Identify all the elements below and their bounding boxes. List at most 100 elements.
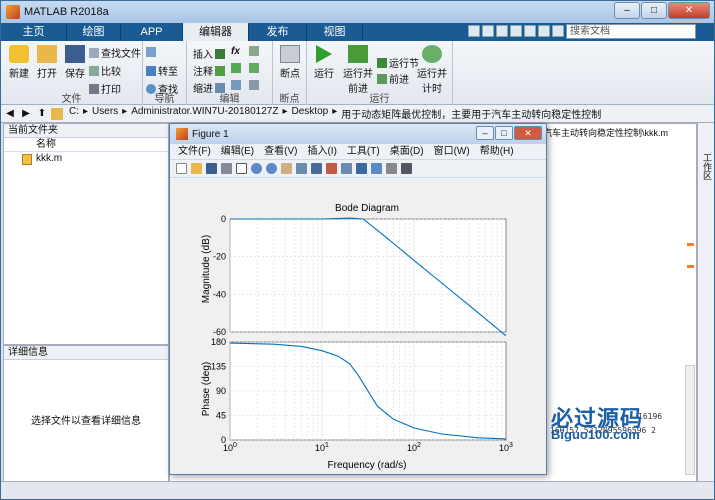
indent-icon bbox=[215, 82, 225, 93]
menu-edit[interactable]: 编辑(E) bbox=[221, 144, 254, 159]
workspace-label[interactable]: 工作区 bbox=[701, 153, 714, 180]
new-figure-icon[interactable] bbox=[176, 163, 187, 174]
tab-home[interactable]: 主页 bbox=[1, 23, 67, 41]
comment-icon bbox=[215, 65, 225, 76]
magnitude-axis-label: Magnitude (dB) bbox=[201, 235, 212, 303]
close-button[interactable]: ✕ bbox=[668, 2, 710, 19]
menu-desktop[interactable]: 桌面(D) bbox=[390, 144, 424, 159]
data-cursor-icon[interactable] bbox=[311, 163, 322, 174]
run-advance-button[interactable]: 运行并 前进 bbox=[343, 45, 373, 95]
up-folder-icon[interactable]: ⬆ bbox=[35, 108, 49, 120]
tab-publish[interactable]: 发布 bbox=[249, 23, 307, 41]
find-files-icon bbox=[89, 47, 99, 58]
zoom-out-icon[interactable] bbox=[266, 163, 277, 174]
run-section-button[interactable]: 运行节 bbox=[377, 55, 419, 70]
fx-button[interactable]: fx bbox=[231, 46, 240, 57]
colorbar-icon[interactable] bbox=[356, 163, 367, 174]
brush-icon[interactable] bbox=[326, 163, 337, 174]
menu-insert[interactable]: 插入(I) bbox=[307, 144, 336, 159]
zoom-in-icon[interactable] bbox=[251, 163, 262, 174]
uncomment-icon[interactable] bbox=[249, 63, 259, 73]
file-group: 新建 打开 保存 查找文件 比较 打印 文件 bbox=[1, 41, 143, 105]
indent-button[interactable]: 缩进 bbox=[193, 80, 225, 95]
menu-view[interactable]: 查看(V) bbox=[264, 144, 297, 159]
watermark-en: Biguo100.com bbox=[551, 427, 640, 442]
back-icon[interactable]: ◀ bbox=[3, 108, 17, 120]
warning-marker[interactable] bbox=[687, 243, 694, 246]
format-icon[interactable] bbox=[249, 46, 259, 56]
x-axis-label: Frequency (rad/s) bbox=[328, 460, 407, 471]
dock-icon[interactable] bbox=[401, 163, 412, 174]
new-button[interactable]: 新建 bbox=[6, 45, 32, 80]
find-icon bbox=[146, 83, 156, 94]
pan-icon[interactable] bbox=[281, 163, 292, 174]
print-figure-icon[interactable] bbox=[221, 163, 232, 174]
run-section-icon bbox=[377, 57, 387, 68]
run-group-label: 运行 bbox=[369, 94, 390, 105]
advance-button[interactable]: 前进 bbox=[377, 71, 409, 86]
legend-icon[interactable] bbox=[371, 163, 382, 174]
open-file-icon[interactable] bbox=[191, 163, 202, 174]
save-quick-icon[interactable] bbox=[468, 25, 480, 37]
pointer-icon[interactable] bbox=[236, 163, 247, 174]
y-tick-label: -20 bbox=[213, 252, 226, 262]
advance-icon bbox=[377, 73, 387, 84]
path-breadcrumb[interactable]: C: ▸ Users ▸ Administrator.WIN7U-20180127Z… bbox=[69, 106, 601, 121]
figure-maximize-button[interactable]: □ bbox=[495, 126, 513, 140]
decrease-indent-icon[interactable] bbox=[249, 80, 259, 90]
menu-file[interactable]: 文件(F) bbox=[178, 144, 211, 159]
tab-plots[interactable]: 绘图 bbox=[67, 23, 121, 41]
tab-editor[interactable]: 编辑器 bbox=[183, 23, 249, 41]
figure-title: Figure 1 bbox=[192, 128, 229, 140]
name-column-header[interactable]: 名称 bbox=[4, 138, 168, 152]
minimize-button[interactable]: – bbox=[614, 2, 640, 19]
app-title: MATLAB R2018a bbox=[24, 6, 109, 18]
link-plot-icon[interactable] bbox=[341, 163, 352, 174]
cut-quick-icon[interactable] bbox=[482, 25, 494, 37]
percent-icon[interactable] bbox=[231, 63, 241, 73]
copy-quick-icon[interactable] bbox=[496, 25, 508, 37]
rotate-icon[interactable] bbox=[296, 163, 307, 174]
menu-window[interactable]: 窗口(W) bbox=[434, 144, 470, 159]
x-tick-label: 103 bbox=[499, 442, 513, 453]
tab-view[interactable]: 视图 bbox=[307, 23, 363, 41]
figure-close-button[interactable]: ✕ bbox=[514, 126, 542, 140]
address-bar: ◀ ▶ ⬆ C: ▸ Users ▸ Administrator.WIN7U-201… bbox=[1, 105, 714, 123]
editor-ribbon: 新建 打开 保存 查找文件 比较 打印 文件 转至 查找 导航 插入 注释 缩进… bbox=[1, 41, 714, 105]
browse-folder-icon[interactable] bbox=[51, 107, 63, 120]
hide-tools-icon[interactable] bbox=[386, 163, 397, 174]
insert-button[interactable]: 插入 bbox=[193, 46, 225, 61]
save-icon bbox=[65, 45, 85, 63]
comment-button[interactable]: 注释 bbox=[193, 63, 225, 78]
save-figure-icon[interactable] bbox=[206, 163, 217, 174]
warning-marker[interactable] bbox=[687, 265, 694, 268]
forward-icon[interactable]: ▶ bbox=[19, 108, 33, 120]
goto-button[interactable]: 转至 bbox=[146, 63, 178, 78]
search-docs-input[interactable]: 搜索文档 bbox=[566, 24, 696, 39]
open-button[interactable]: 打开 bbox=[34, 45, 60, 80]
run-button[interactable]: 运行 bbox=[311, 45, 337, 80]
redo-quick-icon[interactable] bbox=[538, 25, 550, 37]
m-file-icon bbox=[22, 153, 32, 165]
matlab-logo-icon bbox=[6, 5, 20, 19]
file-item[interactable]: kkk.m bbox=[4, 152, 168, 166]
back-forward-button[interactable] bbox=[146, 47, 156, 57]
y-tick-label: 45 bbox=[216, 411, 226, 421]
menu-help[interactable]: 帮助(H) bbox=[480, 144, 514, 159]
breakpoints-button[interactable]: 断点 bbox=[277, 45, 303, 80]
run-time-button[interactable]: 运行并 计时 bbox=[417, 45, 447, 95]
compare-button[interactable]: 比较 bbox=[89, 63, 121, 78]
maximize-button[interactable]: □ bbox=[641, 2, 667, 19]
smart-indent-icon[interactable] bbox=[231, 80, 241, 90]
editor-tab-label[interactable]: 于汽车主动转向稳定性控制\kkk.m bbox=[534, 126, 668, 139]
save-button[interactable]: 保存 bbox=[62, 45, 88, 80]
paste-quick-icon[interactable] bbox=[510, 25, 522, 37]
undo-quick-icon[interactable] bbox=[524, 25, 536, 37]
menu-tools[interactable]: 工具(T) bbox=[347, 144, 380, 159]
find-files-button[interactable]: 查找文件 bbox=[89, 45, 141, 60]
figure-toolbar bbox=[170, 160, 546, 178]
tab-apps[interactable]: APP bbox=[121, 23, 183, 41]
figure-minimize-button[interactable]: – bbox=[476, 126, 494, 140]
help-quick-icon[interactable] bbox=[552, 25, 564, 37]
bode-chart: Bode Diagram Frequency (rad/s) Magnitude… bbox=[201, 203, 513, 471]
